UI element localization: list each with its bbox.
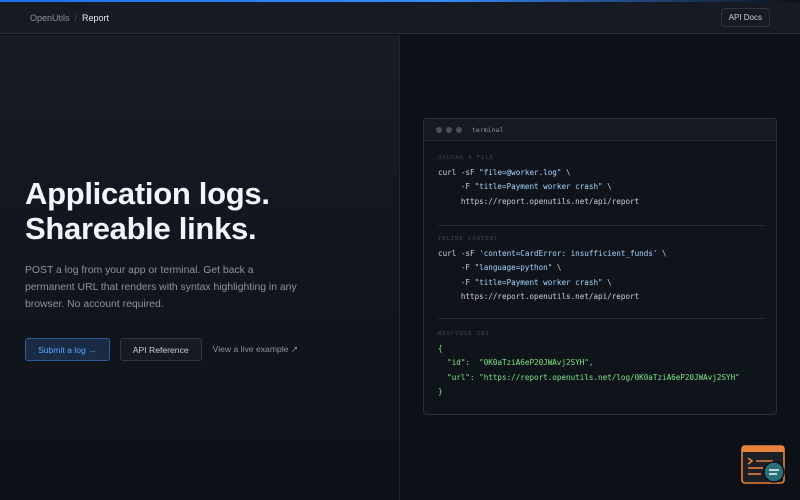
upload-section: UPLOAD A FILE curl -sF "file=@worker.log… (438, 155, 764, 209)
submit-log-button[interactable]: Submit a log → (25, 338, 110, 361)
live-example-link[interactable]: View a live example ↗ (213, 344, 298, 355)
response-label: RESPONSE 201 (438, 331, 490, 337)
window-dot-icon (436, 126, 442, 133)
top-bar: OpenUtils / Report API Docs (0, 2, 800, 34)
log-report-icon[interactable] (741, 445, 789, 487)
window-dot-icon (456, 126, 462, 133)
breadcrumb: OpenUtils / Report (30, 13, 109, 23)
terminal-window: terminal UPLOAD A FILE curl -sF "file=@w… (423, 118, 777, 415)
terminal-title: terminal (472, 125, 504, 134)
window-dot-icon (446, 126, 452, 133)
page-title: Report (82, 12, 110, 23)
section-divider (438, 225, 764, 226)
hero-title: Application logs. Shareable links. (25, 176, 270, 246)
hero-title-line-2: Shareable links. (25, 211, 257, 246)
brand-link[interactable]: OpenUtils (30, 13, 70, 23)
hero-title-line-1: Application logs. (25, 176, 270, 211)
hero-description: POST a log from your app or terminal. Ge… (25, 265, 297, 310)
inline-code[interactable]: curl -sF 'content=CardError: insufficien… (438, 247, 764, 304)
api-reference-button[interactable]: API Reference (119, 338, 202, 361)
response-code[interactable]: { "id": "0K0aTziA6eP20JWAvj2SYH", "url":… (438, 342, 764, 399)
upload-code[interactable]: curl -sF "file=@worker.log" \ -F "title=… (438, 166, 764, 209)
section-divider (438, 318, 764, 319)
upload-label: UPLOAD A FILE (438, 155, 495, 161)
response-section: RESPONSE 201 { "id": "0K0aTziA6eP20JWAvj… (438, 331, 764, 399)
breadcrumb-separator: / (74, 12, 78, 23)
api-docs-button[interactable]: API Docs (720, 8, 770, 27)
inline-section: INLINE CONTENT curl -sF 'content=CardErr… (438, 236, 764, 304)
terminal-header: terminal (424, 119, 776, 141)
hero-actions: Submit a log → API Reference View a live… (25, 338, 298, 361)
inline-label: INLINE CONTENT (438, 236, 499, 242)
